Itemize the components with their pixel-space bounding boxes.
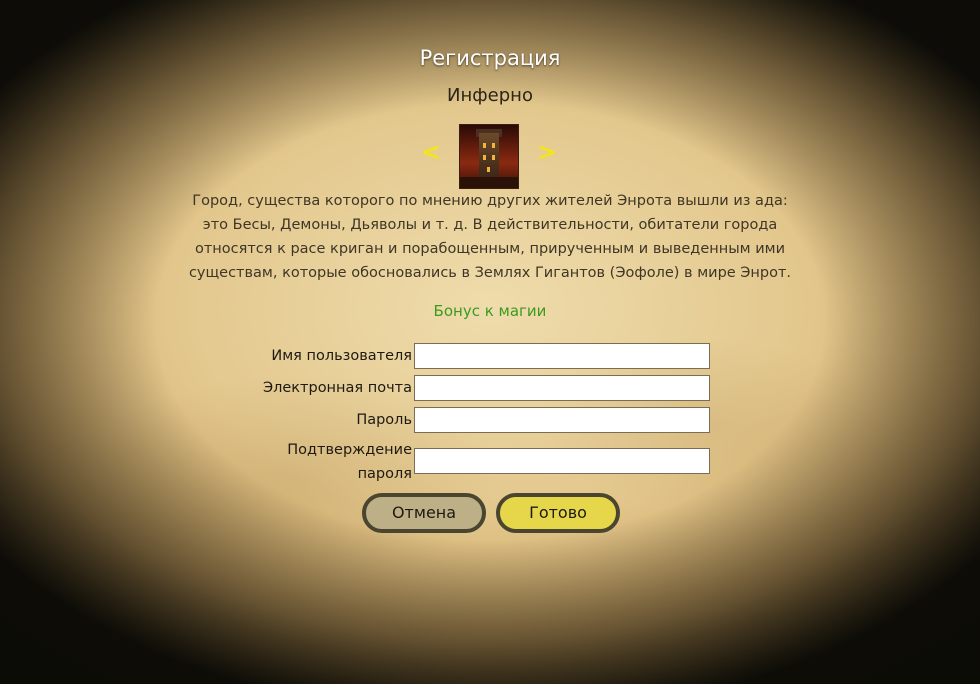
faction-description: Город, существа которого по мнению други… bbox=[188, 193, 792, 281]
confirm-password-label-line2: пароля bbox=[357, 466, 412, 482]
password-input[interactable] bbox=[414, 407, 710, 433]
confirm-password-label-line1: Подтверждение bbox=[287, 442, 412, 458]
faction-name: Инферно bbox=[447, 85, 533, 106]
password-label: Пароль bbox=[356, 412, 412, 428]
email-input[interactable] bbox=[414, 375, 710, 401]
dialog-title: Регистрация bbox=[419, 46, 561, 70]
faction-bonus: Бонус к магии bbox=[433, 302, 547, 320]
email-label: Электронная почта bbox=[262, 380, 412, 396]
confirm-password-input[interactable] bbox=[414, 448, 710, 474]
cancel-button[interactable]: Отмена bbox=[362, 493, 486, 533]
inferno-castle-icon bbox=[460, 125, 518, 188]
username-input[interactable] bbox=[414, 343, 710, 369]
next-faction-button[interactable]: > bbox=[534, 138, 560, 166]
prev-faction-button[interactable]: < bbox=[418, 138, 444, 166]
submit-button[interactable]: Готово bbox=[496, 493, 620, 533]
username-label: Имя пользователя bbox=[271, 348, 412, 364]
